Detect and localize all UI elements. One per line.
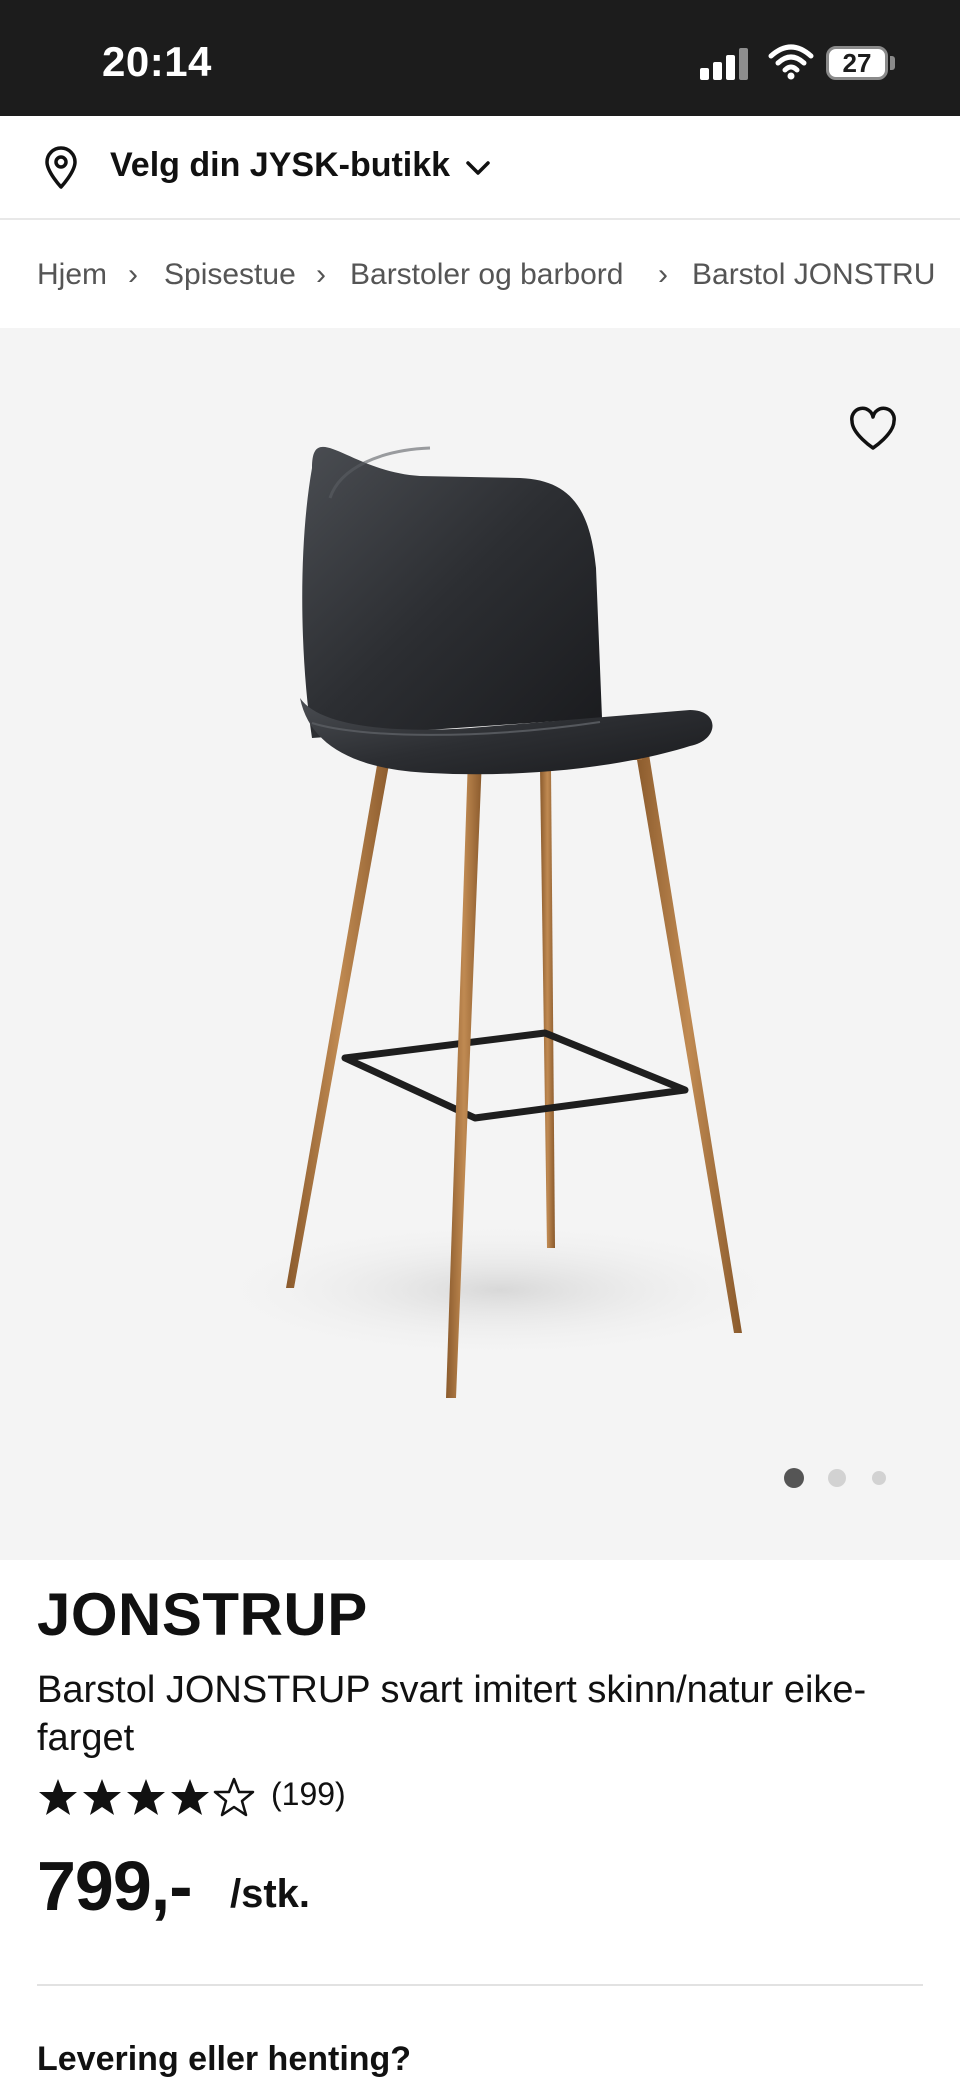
breadcrumb-separator: › — [128, 258, 138, 291]
store-selector[interactable]: Velg din JYSK-butikk — [0, 116, 960, 220]
breadcrumb-item-spisestue[interactable]: Spisestue — [164, 258, 296, 292]
breadcrumb-item-barstoler[interactable]: Barstoler og barbord — [350, 258, 624, 292]
status-time: 20:14 — [102, 38, 212, 85]
product-description: Barstol JONSTRUP svart imitert skinn/nat… — [37, 1669, 867, 1759]
battery-icon: 27 — [826, 46, 888, 80]
star-rating-icon — [39, 1777, 255, 1817]
product-image-gallery[interactable] — [0, 328, 960, 1560]
review-count[interactable]: (199) — [271, 1776, 346, 1813]
breadcrumb: Hjem › Spisestue › Barstoler og barbord … — [0, 222, 960, 328]
status-bar: 20:14 27 — [0, 0, 960, 116]
breadcrumb-item-hjem[interactable]: Hjem — [37, 258, 107, 292]
wifi-icon — [768, 44, 814, 80]
battery-tip — [890, 56, 895, 70]
breadcrumb-item-current: Barstol JONSTRU — [692, 258, 936, 291]
pagination-dot[interactable] — [872, 1471, 886, 1485]
store-selector-label: Velg din JYSK-butikk — [110, 146, 451, 184]
price-unit: /stk. — [230, 1872, 311, 1916]
delivery-heading: Levering eller henting? — [37, 2040, 412, 2078]
battery-level: 27 — [842, 48, 872, 78]
product-price: 799,- — [37, 1847, 193, 1925]
pagination-dot-active[interactable] — [784, 1468, 804, 1488]
section-divider — [37, 1984, 923, 1986]
breadcrumb-separator: › — [316, 258, 326, 291]
pagination-dot[interactable] — [828, 1469, 846, 1487]
gallery-pagination — [780, 1466, 900, 1490]
location-pin-icon — [45, 146, 77, 189]
product-image-bar-stool — [200, 446, 800, 1398]
chevron-down-icon — [466, 161, 490, 175]
heart-outline-icon[interactable] — [848, 406, 898, 452]
signal-icon — [700, 46, 750, 80]
product-name: JONSTRUP — [37, 1581, 368, 1648]
breadcrumb-separator: › — [658, 258, 668, 291]
